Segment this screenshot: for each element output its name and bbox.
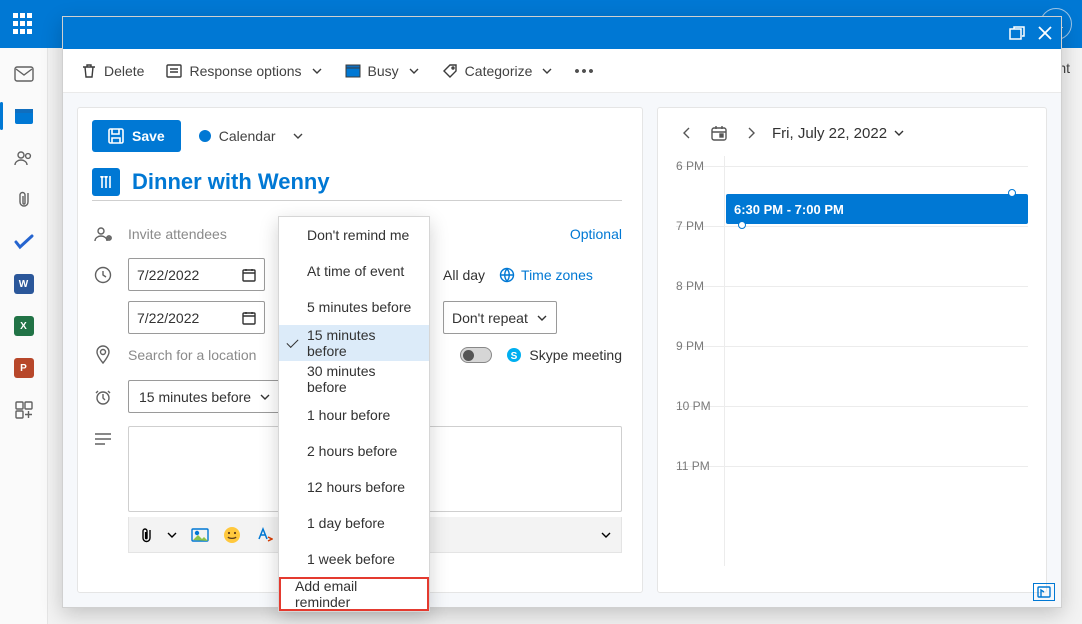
event-category-icon[interactable] [92,168,120,196]
rail-people[interactable] [10,146,38,170]
reminder-select[interactable]: 15 minutes before [128,380,282,413]
people-icon [92,226,114,242]
description-icon [92,432,114,446]
day-preview-panel: Fri, July 22, 2022 6 PM 7 PM 8 PM 9 PM 1… [657,107,1047,593]
reminder-option-15min[interactable]: 15 minutes before [279,325,429,361]
left-rail: W X P [0,48,48,624]
dialog-titlebar [63,17,1061,49]
rail-calendar[interactable] [10,104,38,128]
emoji-icon[interactable] [223,526,241,544]
reminder-option-none[interactable]: Don't remind me [279,217,429,253]
rail-files[interactable] [10,188,38,212]
repeat-select[interactable]: Don't repeat [443,301,557,334]
start-date-input[interactable]: 7/22/2022 [128,258,265,291]
timeline[interactable]: 6 PM 7 PM 8 PM 9 PM 10 PM 11 PM 6:30 PM … [676,156,1028,566]
reminder-option-5min[interactable]: 5 minutes before [279,289,429,325]
reminder-option-12hr[interactable]: 12 hours before [279,469,429,505]
reminder-option-1day[interactable]: 1 day before [279,505,429,541]
reminder-option-2hr[interactable]: 2 hours before [279,433,429,469]
all-day-label: All day [443,267,485,283]
reminder-menu: Don't remind me At time of event 5 minut… [278,216,430,612]
end-date-input[interactable]: 7/22/2022 [128,301,265,334]
rail-word[interactable]: W [10,272,38,296]
clock-icon [92,266,114,284]
calendar-picker[interactable]: Calendar [199,128,304,144]
reminder-option-attime[interactable]: At time of event [279,253,429,289]
event-dialog: Delete Response options Busy Categorize … [62,16,1062,608]
calendar-color-dot [199,130,211,142]
time-zones-button[interactable]: Time zones [499,267,593,283]
editor-more-icon[interactable] [601,530,611,540]
app-launcher-icon[interactable] [10,10,38,38]
skype-meeting-label: S Skype meeting [506,347,622,363]
rail-excel[interactable]: X [10,314,38,338]
image-icon[interactable] [191,528,209,542]
location-icon [92,345,114,365]
categorize-button[interactable]: Categorize [442,63,554,79]
reminder-option-30min[interactable]: 30 minutes before [279,361,429,397]
reminder-option-1week[interactable]: 1 week before [279,541,429,577]
reminder-option-1hr[interactable]: 1 hour before [279,397,429,433]
rail-mail[interactable] [10,62,38,86]
attach-icon[interactable] [139,527,153,543]
add-email-reminder[interactable]: Add email reminder [279,577,429,611]
prev-day-button[interactable] [676,122,698,144]
day-title[interactable]: Fri, July 22, 2022 [772,125,905,142]
format-icon[interactable] [255,527,273,543]
save-button[interactable]: Save [92,120,181,152]
toolbar-overflow[interactable] [575,69,593,73]
reminder-icon [92,388,114,406]
popout-icon[interactable] [1009,26,1025,40]
dialog-toolbar: Delete Response options Busy Categorize [63,49,1061,93]
optional-link[interactable]: Optional [570,226,622,242]
rail-todo[interactable] [10,230,38,254]
next-day-button[interactable] [740,122,762,144]
chevron-down-icon[interactable] [167,530,177,540]
rail-powerpoint[interactable]: P [10,356,38,380]
rail-more-apps[interactable] [10,398,38,422]
today-button[interactable] [708,122,730,144]
immersive-reader-icon[interactable] [1033,583,1055,601]
svg-text:S: S [511,351,518,362]
event-title[interactable]: Dinner with Wenny [132,169,330,195]
online-meeting-toggle[interactable] [460,347,492,363]
response-options-button[interactable]: Response options [166,63,322,79]
event-block[interactable]: 6:30 PM - 7:00 PM [726,194,1028,224]
busy-button[interactable]: Busy [345,63,420,79]
close-icon[interactable] [1037,25,1053,41]
delete-button[interactable]: Delete [81,63,144,79]
